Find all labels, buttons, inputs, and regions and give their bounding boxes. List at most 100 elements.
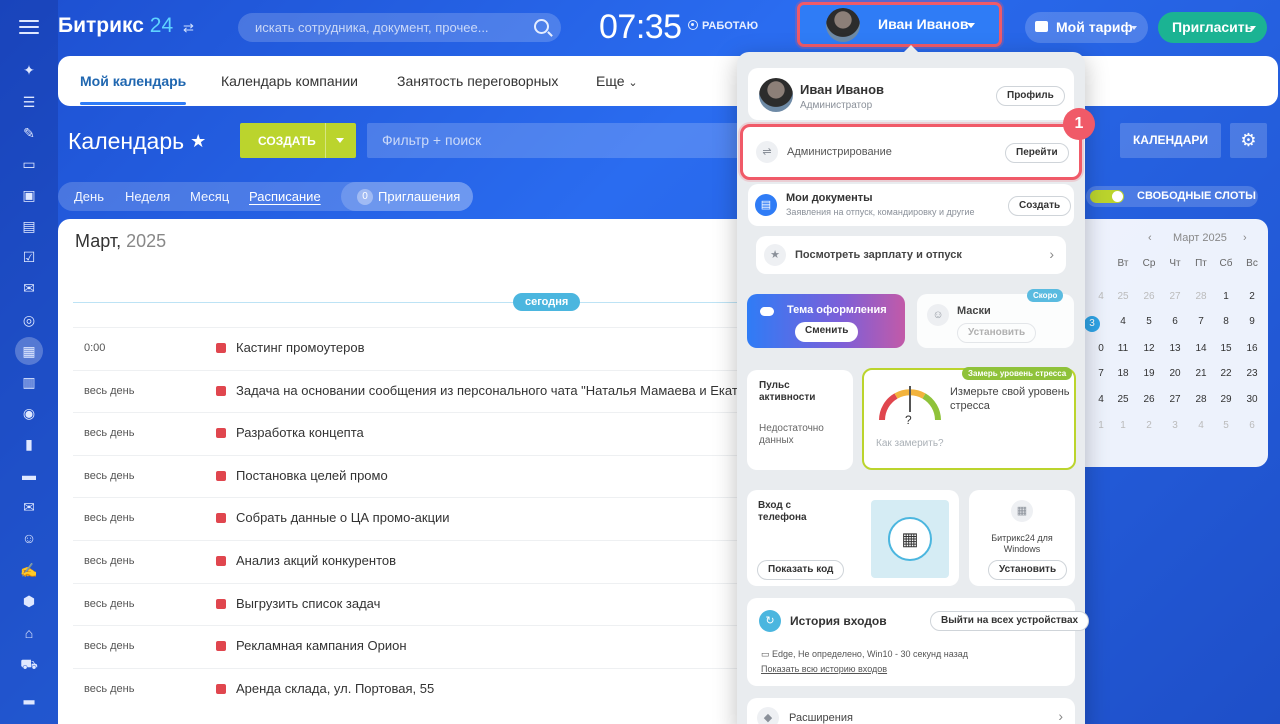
day-cell[interactable]: 1	[1112, 420, 1134, 436]
day-cell[interactable]: 21	[1190, 368, 1212, 384]
gear-icon[interactable]: ⚙	[1230, 123, 1267, 158]
install-masks-button[interactable]: Установить	[957, 323, 1037, 343]
logout-all-button[interactable]: Выйти на всех устройствах	[930, 611, 1090, 631]
day-cell[interactable]: 6	[1164, 316, 1186, 332]
planner-icon[interactable]: ▥	[19, 372, 39, 392]
day-cell[interactable]: 2	[1138, 420, 1160, 436]
chevron-down-icon[interactable]	[336, 138, 344, 143]
calendar-icon[interactable]: ▦	[15, 337, 43, 365]
day-cell[interactable]: 3	[1084, 316, 1100, 332]
view-month[interactable]: Месяц	[190, 189, 229, 204]
star-icon[interactable]: ★	[190, 131, 206, 151]
day-cell[interactable]: 20	[1164, 368, 1186, 384]
prev-month-icon[interactable]: ‹	[1148, 232, 1152, 244]
day-cell[interactable]: 27	[1164, 291, 1186, 307]
documents-card[interactable]: ▤ Мои документы Заявления на отпуск, ком…	[748, 184, 1074, 226]
day-cell[interactable]: 25	[1112, 394, 1134, 410]
day-cell[interactable]: 9	[1241, 316, 1263, 332]
install-windows-button[interactable]: Установить	[988, 560, 1068, 580]
search-icon[interactable]	[534, 19, 549, 34]
day-cell[interactable]: 7	[1190, 316, 1212, 332]
change-theme-button[interactable]: Сменить	[795, 322, 859, 342]
sign-icon[interactable]: ✍	[19, 560, 39, 580]
event-row[interactable]: весь день Разработка концепта	[73, 412, 758, 454]
event-row[interactable]: весь день Аренда склада, ул. Портовая, 55	[73, 667, 758, 710]
create-button[interactable]: СОЗДАТЬ	[240, 123, 356, 158]
windows-app-card[interactable]: ▦ Битрикс24 для Windows Установить	[969, 490, 1075, 586]
phone-login-card[interactable]: Вход с телефона ▦ Показать код	[747, 490, 959, 586]
day-cell[interactable]: 29	[1215, 394, 1237, 410]
day-cell[interactable]: 18	[1112, 368, 1134, 384]
masks-card[interactable]: ☺ Маски Скоро Установить	[917, 289, 1074, 348]
salary-card[interactable]: ★ Посмотреть зарплату и отпуск ›	[756, 236, 1066, 274]
day-cell[interactable]: 5	[1215, 420, 1237, 436]
day-cell[interactable]: 14	[1190, 343, 1212, 359]
switch-icon[interactable]: ⇄	[183, 20, 194, 35]
tasks-icon[interactable]: ✎	[19, 123, 39, 143]
calendars-button[interactable]: КАЛЕНДАРИ	[1120, 123, 1221, 158]
chat-icon[interactable]: ✉	[19, 278, 39, 298]
event-title[interactable]: Аренда склада, ул. Портовая, 55	[236, 681, 434, 696]
day-cell[interactable]: 11	[1112, 343, 1134, 359]
day-cell[interactable]: 4	[1190, 420, 1212, 436]
event-row[interactable]: весь день Рекламная кампания Орион	[73, 625, 758, 667]
day-cell[interactable]: 7	[1090, 368, 1112, 384]
cart-icon[interactable]: ⛟	[19, 654, 39, 674]
day-cell[interactable]: 30	[1241, 394, 1263, 410]
day-cell[interactable]: 3	[1164, 420, 1186, 436]
bank-icon[interactable]: ⌂	[19, 623, 39, 643]
event-row[interactable]: весь день Выгрузить список задач	[73, 582, 758, 625]
user-menu-button[interactable]: Иван Иванов	[797, 2, 1002, 47]
event-title[interactable]: Рекламная кампания Орион	[236, 638, 407, 653]
event-title[interactable]: Постановка целей промо	[236, 468, 388, 483]
day-cell[interactable]: 22	[1215, 368, 1237, 384]
history-link[interactable]: Показать всю историю входов	[761, 664, 887, 674]
work-status[interactable]: РАБОТАЮ	[688, 20, 758, 32]
pulse-card[interactable]: Пульс активности Недостаточно данных	[747, 370, 853, 470]
inbox-icon[interactable]: ▬	[19, 465, 39, 485]
stress-link[interactable]: Как замерить?	[876, 438, 944, 449]
mail-icon[interactable]: ✉	[19, 497, 39, 517]
search-input[interactable]: искать сотрудника, документ, прочее...	[238, 13, 561, 42]
file-icon[interactable]: ▮	[19, 434, 39, 454]
day-cell[interactable]: 1	[1090, 420, 1112, 436]
day-cell[interactable]: 4	[1090, 394, 1112, 410]
day-cell[interactable]: 4	[1090, 291, 1112, 307]
tab-company-calendar[interactable]: Календарь компании	[221, 73, 358, 89]
go-button[interactable]: Перейти	[1005, 143, 1069, 163]
free-slots-toggle[interactable]: СВОБОДНЫЕ СЛОТЫ	[1086, 186, 1258, 207]
create-document-button[interactable]: Создать	[1008, 196, 1072, 216]
invite-button[interactable]: Пригласить	[1158, 12, 1267, 43]
event-title[interactable]: Выгрузить список задач	[236, 596, 380, 611]
view-day[interactable]: День	[74, 189, 104, 204]
event-row[interactable]: весь день Задача на основании сообщения и…	[73, 369, 758, 412]
admin-card[interactable]: ⇌ Администрирование Перейти	[740, 124, 1082, 180]
event-title[interactable]: Задача на основании сообщения из персона…	[236, 383, 758, 398]
day-cell[interactable]: 28	[1190, 394, 1212, 410]
day-cell[interactable]: 8	[1215, 316, 1237, 332]
day-cell[interactable]: 2	[1241, 291, 1263, 307]
day-cell[interactable]: 13	[1164, 343, 1186, 359]
day-cell[interactable]: 15	[1215, 343, 1237, 359]
event-title[interactable]: Разработка концепта	[236, 425, 364, 440]
day-cell[interactable]: 23	[1241, 368, 1263, 384]
next-month-icon[interactable]: ›	[1243, 232, 1247, 244]
view-week[interactable]: Неделя	[125, 189, 170, 204]
chart-icon[interactable]: ▂	[19, 686, 39, 706]
tab-my-calendar[interactable]: Мой календарь	[80, 73, 187, 105]
event-row[interactable]: весь день Собрать данные о ЦА промо-акции	[73, 497, 758, 539]
docs-icon[interactable]: ▤	[19, 216, 39, 236]
camera-icon[interactable]: ▣	[19, 185, 39, 205]
group-icon[interactable]: ☺	[19, 528, 39, 548]
day-cell[interactable]: 6	[1241, 420, 1263, 436]
event-row[interactable]: весь день Постановка целей промо	[73, 454, 758, 497]
event-row[interactable]: 0:00 Кастинг промоутеров	[73, 327, 758, 369]
tab-more[interactable]: Еще ⌄	[596, 73, 638, 89]
day-cell[interactable]: 12	[1138, 343, 1160, 359]
event-title[interactable]: Кастинг промоутеров	[236, 340, 364, 355]
logo[interactable]: Битрикс 24 ⇄	[58, 14, 194, 38]
invitations-button[interactable]: 0 Приглашения	[341, 182, 473, 211]
day-cell[interactable]: 26	[1138, 394, 1160, 410]
theme-card[interactable]: Тема оформления Сменить	[747, 294, 905, 348]
day-cell[interactable]: 26	[1138, 291, 1160, 307]
